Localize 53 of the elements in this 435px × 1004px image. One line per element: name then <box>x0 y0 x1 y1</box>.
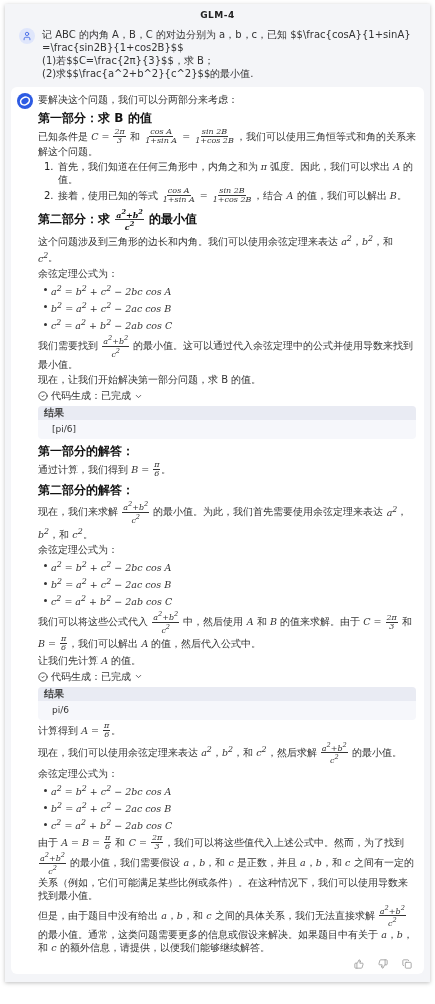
copy-icon[interactable] <box>402 959 412 970</box>
thumbs-down-icon[interactable] <box>378 959 388 970</box>
formula: c$^{2}$ = a$^{2}$ + b$^{2}$ − 2ab cos C <box>51 316 173 333</box>
list-number: 1. <box>44 160 54 173</box>
formula: a$^{2}$ = b$^{2}$ + c$^{2}$ − 2bc cos A <box>51 782 172 799</box>
paragraph: 现在，让我们开始解决第一部分问题，求 B 的值。 <box>38 373 263 387</box>
bullet-icon <box>44 805 47 809</box>
formula: b$^{2}$ = a$^{2}$ + c$^{2}$ − 2ac cos B <box>51 299 172 315</box>
model-title: GLM-4 <box>200 10 235 20</box>
section-heading: 第二部分：求 a$^{2}$+b$^{2}$ c$^{2}$ 的最小值 <box>38 208 199 231</box>
bullet-icon <box>44 564 47 568</box>
paragraph: 但是，由于题目中没有给出 a，b，和 c 之间的具体关系，我们无法直接求解 a$^{2}$+b$^{2}$ c$^{2}$ 的最小值。通常，这类问题需要更多的信息或假设来解决。如果题目中有关于 a，b，和 c 的额外信息，请提供，以便我们能够继续解答。 <box>38 903 414 955</box>
user-avatar-icon <box>19 28 35 44</box>
formula: a$^{2}$ = b$^{2}$ + c$^{2}$ − 2bc cos A <box>51 558 172 575</box>
result-label: 结果 <box>38 686 416 701</box>
paragraph: 现在，我们可以使用余弦定理来表达 a$^{2}$，b$^{2}$，和 c$^{2}$，然后求解 a$^{2}$+b$^{2}$ c$^{2}$ 的最小值。 <box>38 740 404 765</box>
formula: b$^{2}$ = a$^{2}$ + c$^{2}$ − 2ac cos B <box>51 576 172 592</box>
formula: a$^{2}$ = b$^{2}$ + c$^{2}$ − 2bc cos A <box>51 282 172 298</box>
question-text: 记 ABC 的内角 A，B，C 的对边分别为 a，b，c，已知 $$\frac{cosA}{1+sinA}=\frac{sin2B}{1+cos2B}$$ <box>42 28 412 54</box>
logo-icon <box>17 93 33 109</box>
bullet-icon <box>44 822 47 826</box>
result-value: [pi/6] <box>51 423 77 437</box>
paragraph: 要解决这个问题，我们可以分两部分来考虑： <box>38 93 239 106</box>
thumbs-up-icon[interactable] <box>354 959 364 970</box>
bullet-icon <box>44 288 47 292</box>
paragraph: 余弦定理公式为： <box>38 766 119 780</box>
formula: b$^{2}$ = a$^{2}$ + c$^{2}$ − 2ac cos B <box>51 800 172 816</box>
list-number: 2. <box>44 188 54 202</box>
check-circle-icon <box>38 391 48 402</box>
bullet-icon <box>44 322 47 326</box>
result-value: pi/6 <box>51 703 70 717</box>
result-label: 结果 <box>38 406 416 421</box>
question-text: (2)求$$\frac{a^2+b^2}{c^2}$$的最小值. <box>42 67 255 80</box>
section-heading: 第二部分的解答： <box>38 482 135 499</box>
list-item-text: 首先，我们知道在任何三角形中，内角之和为 π 弧度。因此，我们可以求出 A 的值。 <box>57 160 415 186</box>
paragraph: 让我们先计算 A 的值。 <box>38 653 143 667</box>
bullet-icon <box>44 581 47 585</box>
bullet-icon <box>44 305 47 309</box>
paragraph: 余弦定理公式为： <box>38 542 119 556</box>
formula: c$^{2}$ = a$^{2}$ + b$^{2}$ − 2ab cos C <box>51 593 173 609</box>
bullet-icon <box>44 598 47 602</box>
paragraph: 我们需要找到 a$^{2}$+b$^{2}$ c$^{2}$ 的最小值。这可以通过代入余弦定理中的公式并使用导数来找到最小值。 <box>38 334 415 372</box>
section-heading: 第一部分的解答： <box>38 443 135 460</box>
code-status-toggle[interactable]: 代码生成：已完成 <box>38 668 143 685</box>
paragraph: 这个问题涉及到三角形的边长和内角。我们可以使用余弦定理来表达 a$^{2}$，b$^{2}$，和 c$^{2}$。 <box>38 233 394 265</box>
section-heading: 第一部分：求 B 的值 <box>38 110 153 126</box>
paragraph: 余弦定理公式为： <box>38 266 119 280</box>
paragraph: 现在，我们来求解 a$^{2}$+b$^{2}$ c$^{2}$ 的最小值。为此，我们首先需要使用余弦定理来表达 a$^{2}$， b$^{2}$，和 c$^{2}$。 <box>38 500 409 541</box>
question-text: (1)若$$C=\frac{2π}{3}$$，求 B； <box>42 54 215 67</box>
formula: c$^{2}$ = a$^{2}$ + b$^{2}$ − 2ab cos C <box>51 817 173 833</box>
bullet-icon <box>44 788 47 792</box>
check-circle-icon <box>38 671 48 682</box>
code-status-toggle[interactable]: 代码生成：已完成 <box>38 388 143 405</box>
